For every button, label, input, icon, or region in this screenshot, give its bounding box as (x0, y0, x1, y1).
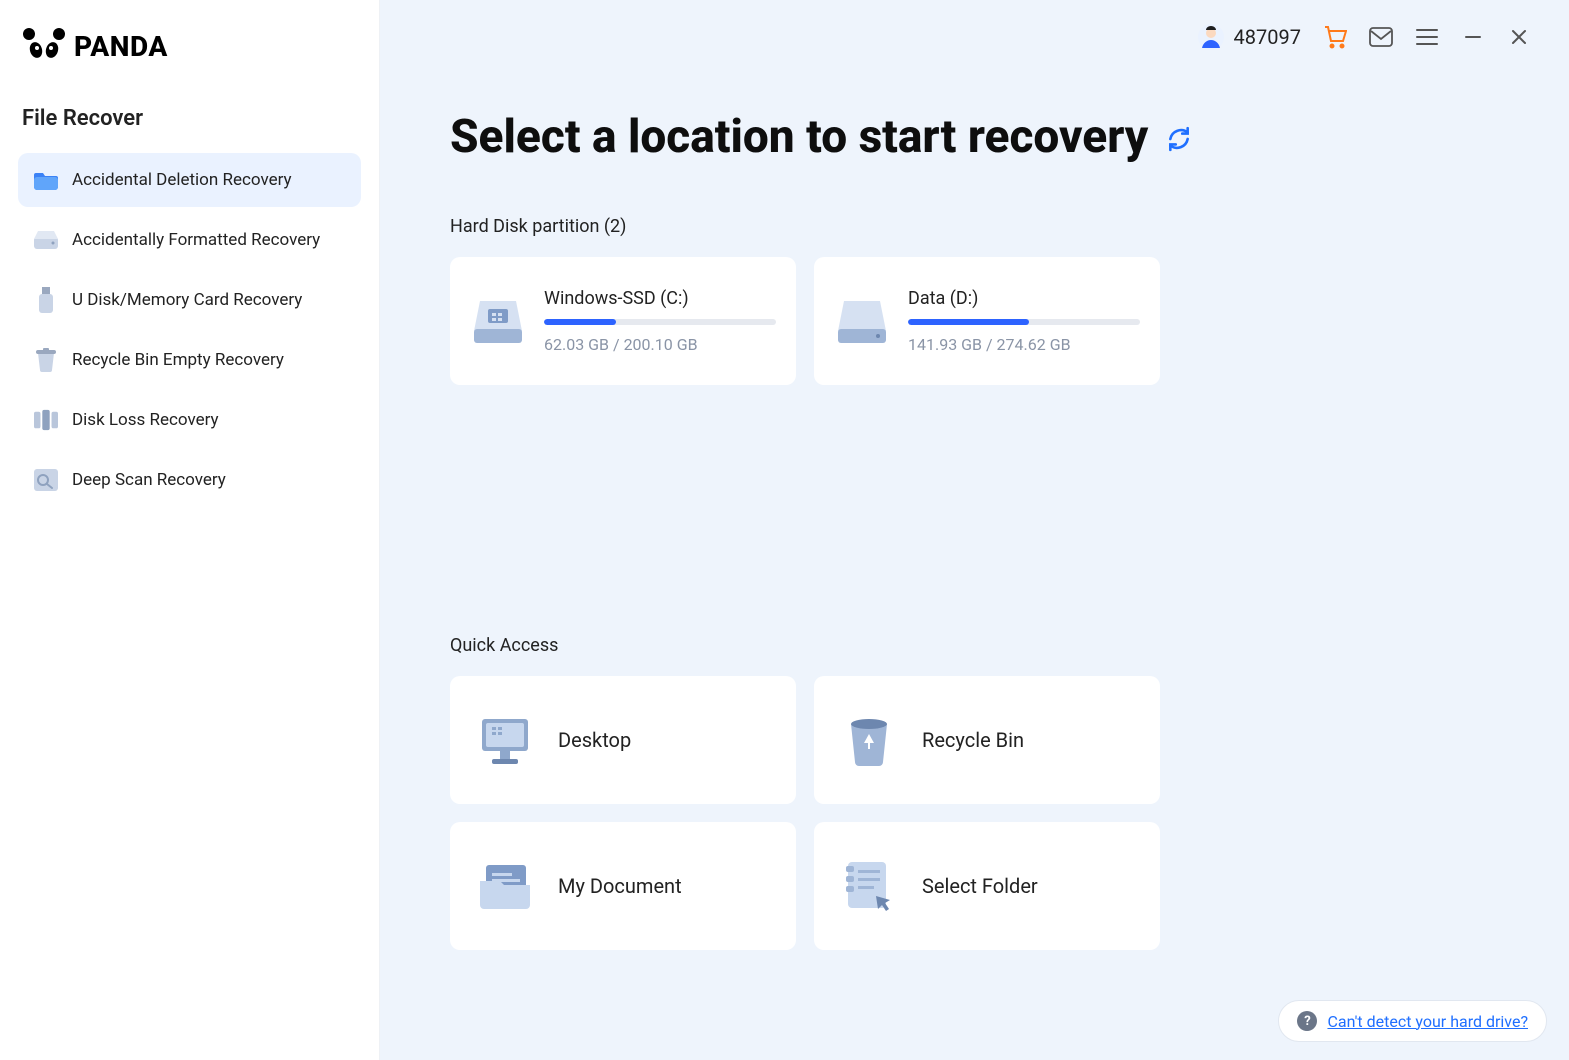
sidebar-item-label: Accidental Deletion Recovery (72, 170, 292, 190)
quick-desktop[interactable]: Desktop (450, 676, 796, 804)
sidebar-item-accidental-deletion[interactable]: Accidental Deletion Recovery (18, 153, 361, 207)
sidebar-item-label: Deep Scan Recovery (72, 470, 226, 490)
cart-icon[interactable] (1323, 25, 1347, 49)
quick-selectfolder[interactable]: Select Folder (814, 822, 1160, 950)
trash-icon (34, 348, 58, 372)
hdd-icon (34, 228, 58, 252)
sidebar-item-formatted[interactable]: Accidentally Formatted Recovery (18, 213, 361, 267)
quick-mydocument[interactable]: My Document (450, 822, 796, 950)
partition-card-d[interactable]: Data (D:) 141.93 GB / 274.62 GB (814, 257, 1160, 385)
quick-label: Recycle Bin (922, 728, 1024, 752)
sidebar-title: File Recover (0, 92, 379, 153)
quick-access-label: Quick Access (450, 635, 1499, 656)
sidebar-nav: Accidental Deletion Recovery Accidentall… (0, 153, 379, 507)
topbar: 487097 (380, 0, 1569, 50)
user-chip[interactable]: 487097 (1198, 24, 1301, 50)
user-id: 487097 (1234, 25, 1301, 49)
sidebar-item-diskloss[interactable]: Disk Loss Recovery (18, 393, 361, 447)
sidebar-item-recyclebin[interactable]: Recycle Bin Empty Recovery (18, 333, 361, 387)
document-icon (478, 859, 532, 913)
usb-icon (34, 288, 58, 312)
sidebar-item-label: Recycle Bin Empty Recovery (72, 350, 284, 370)
close-icon[interactable] (1507, 25, 1531, 49)
sidebar-item-label: U Disk/Memory Card Recovery (72, 290, 302, 310)
sidebar-item-label: Disk Loss Recovery (72, 410, 219, 430)
panda-icon (22, 28, 66, 64)
sidebar-item-label: Accidentally Formatted Recovery (72, 230, 320, 250)
deepscan-icon (34, 468, 58, 492)
usage-bar (908, 319, 1140, 325)
refresh-icon[interactable] (1166, 110, 1192, 164)
avatar-icon (1198, 24, 1224, 50)
quick-label: Desktop (558, 728, 631, 752)
help-chip[interactable]: ? Can't detect your hard drive? (1278, 1000, 1547, 1042)
quick-access-cards: Desktop Recycle Bin My Document (450, 676, 1499, 950)
quick-recyclebin[interactable]: Recycle Bin (814, 676, 1160, 804)
menu-icon[interactable] (1415, 25, 1439, 49)
recycle-icon (842, 713, 896, 767)
disk-name: Windows-SSD (C:) (544, 288, 776, 309)
sidebar-item-deepscan[interactable]: Deep Scan Recovery (18, 453, 361, 507)
sidebar-item-udisk[interactable]: U Disk/Memory Card Recovery (18, 273, 361, 327)
partition-card-c[interactable]: Windows-SSD (C:) 62.03 GB / 200.10 GB (450, 257, 796, 385)
sidebar: PANDA File Recover Accidental Deletion R… (0, 0, 380, 1060)
ssd-icon (470, 293, 526, 349)
usage-bar (544, 319, 776, 325)
disk-name: Data (D:) (908, 288, 1140, 309)
disk-size: 62.03 GB / 200.10 GB (544, 335, 776, 354)
help-icon: ? (1297, 1011, 1317, 1031)
minimize-icon[interactable] (1461, 25, 1485, 49)
disk-size: 141.93 GB / 274.62 GB (908, 335, 1140, 354)
quick-label: Select Folder (922, 874, 1038, 898)
page-title-text: Select a location to start recovery (450, 110, 1148, 164)
folder-icon (34, 168, 58, 192)
select-folder-icon (842, 859, 896, 913)
mail-icon[interactable] (1369, 25, 1393, 49)
partitions-label: Hard Disk partition (2) (450, 216, 1499, 237)
hdd-card-icon (834, 293, 890, 349)
main: 487097 Select a location to start recove… (380, 0, 1569, 1060)
desktop-icon (478, 713, 532, 767)
help-link[interactable]: Can't detect your hard drive? (1327, 1012, 1528, 1031)
brand-logo: PANDA (0, 20, 379, 92)
brand-text: PANDA (74, 30, 168, 63)
page-title: Select a location to start recovery (450, 110, 1499, 164)
quick-label: My Document (558, 874, 682, 898)
disk-loss-icon (34, 408, 58, 432)
partition-cards: Windows-SSD (C:) 62.03 GB / 200.10 GB Da… (450, 257, 1499, 385)
